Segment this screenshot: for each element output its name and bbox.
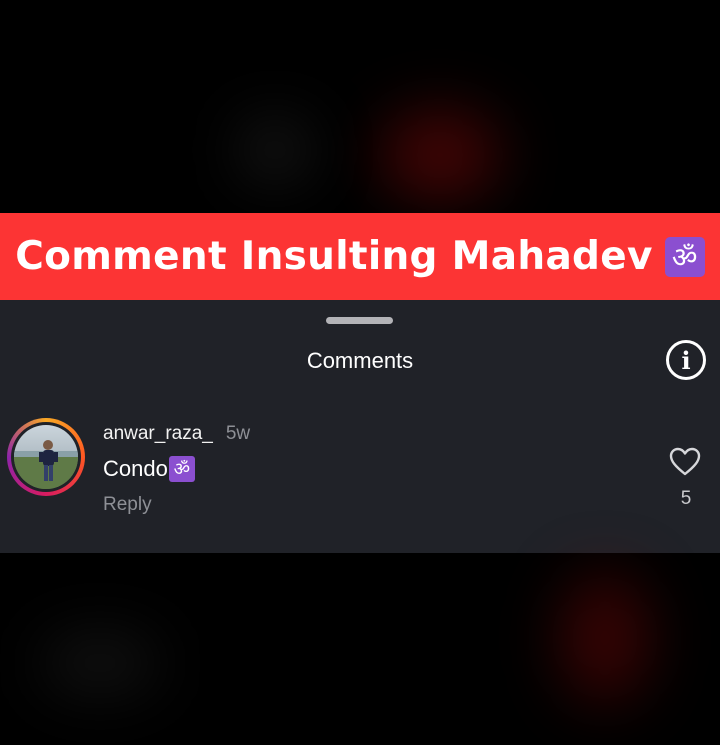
avatar-ring-gap [11,422,81,492]
heart-icon-shape [669,447,701,476]
comment-text-word: Condo [103,456,168,481]
comments-title: Comments [306,348,414,373]
red-glow [380,110,500,200]
comment-username[interactable]: anwar_raza_ [103,423,213,445]
info-icon-glyph: i [681,345,691,375]
comment-timestamp: 5w [225,423,251,444]
avatar-story-ring[interactable] [7,418,85,496]
om-emoji-icon: ॐ [168,456,195,482]
blurred-video-background-bottom [0,553,720,745]
avatar-person-icon [14,440,78,489]
banner-heading: Comment Insulting Mahadev ॐ [15,234,705,279]
comment-header: anwar_raza_ 5w [103,423,250,445]
comment-text: Condo ॐ [103,456,195,482]
info-icon[interactable]: i [666,340,706,380]
comments-sheet: Comments i anwar_raza_ 5w Condo ॐ Reply … [0,300,720,553]
avatar [14,425,78,489]
sheet-drag-handle[interactable] [326,317,393,324]
grey-glow [240,120,310,180]
om-emoji-icon: ॐ [664,236,705,277]
heart-icon[interactable] [669,447,701,477]
reply-button[interactable]: Reply [103,494,152,516]
red-glow [560,573,650,703]
blurred-video-background-top [0,0,720,213]
banner-title-text: Comment Insulting Mahadev [15,234,653,279]
title-banner: Comment Insulting Mahadev ॐ [0,213,720,300]
grey-glow [40,633,160,693]
like-count: 5 [680,488,692,509]
